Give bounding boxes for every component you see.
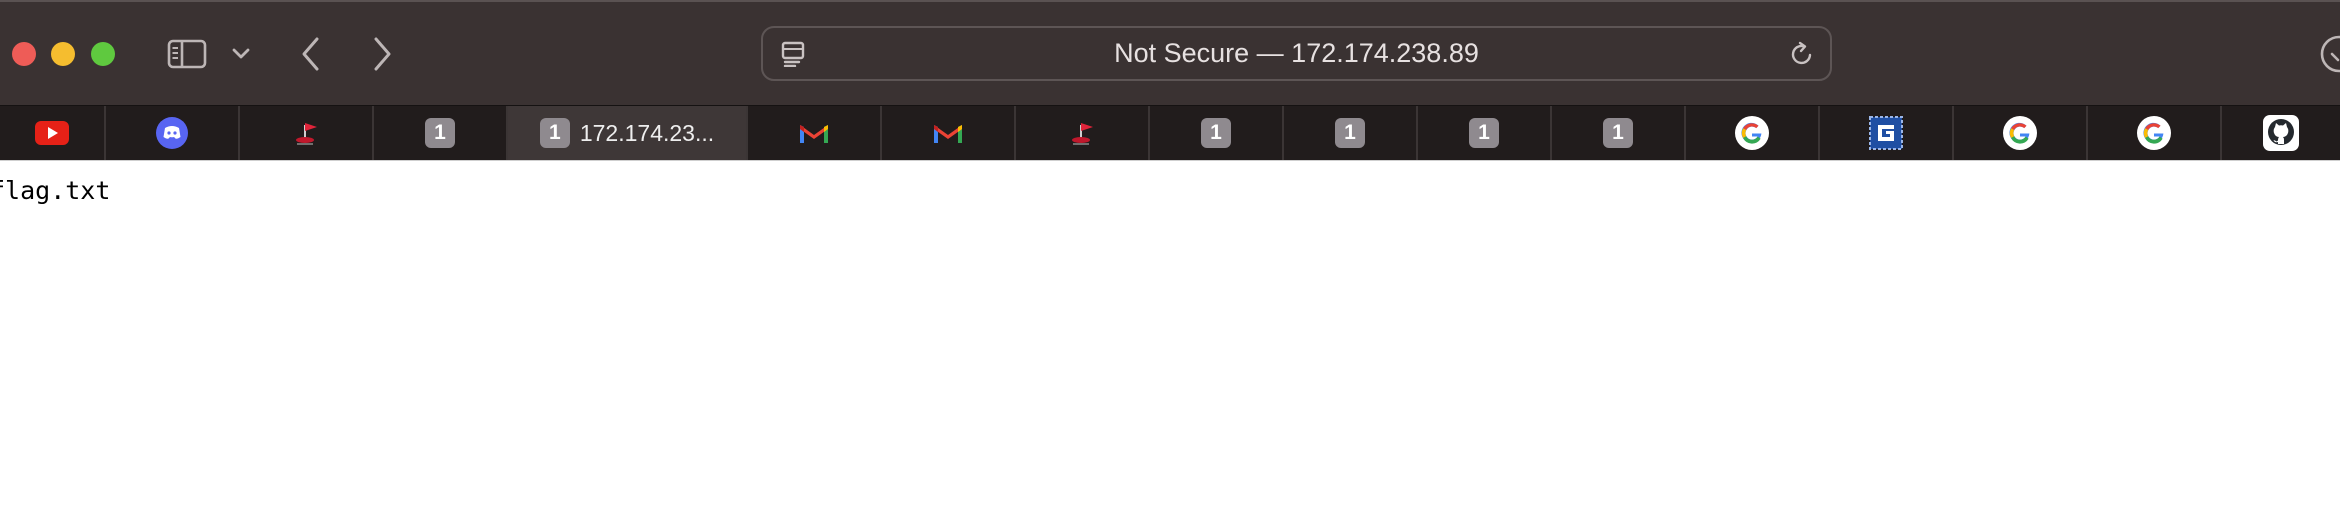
tab-blue-site[interactable] (1820, 106, 1954, 160)
red-flag-icon (1072, 123, 1093, 145)
gmail-icon (800, 125, 828, 143)
chevron-down-icon (232, 48, 250, 59)
gmail-icon (934, 125, 962, 143)
tab-group-dropdown-button[interactable] (226, 28, 256, 80)
github-icon (2263, 115, 2299, 151)
number-badge-icon: 1 (1201, 118, 1231, 148)
number-badge-icon: 1 (1335, 118, 1365, 148)
browser-toolbar: Not Secure — 172.174.238.89 (0, 0, 2340, 105)
tab-3[interactable]: 1 (1284, 106, 1418, 160)
forward-button[interactable] (364, 28, 400, 80)
tab-title: 172.174.23... (579, 119, 715, 146)
tab-bar: 1 1 172.174.23... 1 1 1 1 (0, 105, 2340, 161)
number-badge-icon: 1 (1603, 118, 1633, 148)
number-badge-icon: 1 (539, 118, 570, 148)
tab-google-2[interactable] (1954, 106, 2088, 160)
tab-google-1[interactable] (1686, 106, 1820, 160)
tab-active[interactable]: 1 172.174.23... (508, 106, 748, 160)
tab-gmail-2[interactable] (882, 106, 1016, 160)
tab-flag-site[interactable] (240, 106, 374, 160)
page-content: flag.txt (0, 161, 2340, 528)
address-bar[interactable]: Not Secure — 172.174.238.89 (761, 26, 1832, 81)
zoom-window-button[interactable] (91, 42, 115, 66)
red-flag-icon (296, 123, 317, 145)
google-icon (2137, 116, 2171, 150)
sidebar-toggle-button[interactable] (165, 28, 209, 80)
back-button[interactable] (293, 28, 329, 80)
youtube-icon (35, 121, 69, 145)
tab-2[interactable]: 1 (1150, 106, 1284, 160)
reload-icon[interactable] (1788, 40, 1816, 68)
google-icon (1735, 116, 1769, 150)
close-window-button[interactable] (12, 42, 36, 66)
sidebar-icon (167, 39, 207, 69)
file-link-flag[interactable]: flag.txt (0, 176, 110, 205)
tab-github[interactable] (2222, 106, 2340, 160)
tab-google-3[interactable] (2088, 106, 2222, 160)
tab-1[interactable]: 1 (374, 106, 508, 160)
number-badge-icon: 1 (425, 118, 455, 148)
blue-square-icon (1869, 116, 1903, 150)
chevron-left-icon (302, 37, 319, 71)
download-icon (2320, 35, 2340, 73)
tab-flag-site-2[interactable] (1016, 106, 1150, 160)
tab-discord[interactable] (106, 106, 240, 160)
tab-5[interactable]: 1 (1552, 106, 1686, 160)
google-icon (2003, 116, 2037, 150)
chevron-right-icon (374, 37, 391, 71)
number-badge-icon: 1 (1469, 118, 1499, 148)
address-text: Not Secure — 172.174.238.89 (1114, 38, 1479, 68)
downloads-button[interactable] (2318, 34, 2340, 79)
tab-4[interactable]: 1 (1418, 106, 1552, 160)
minimize-window-button[interactable] (51, 42, 75, 66)
tab-gmail-1[interactable] (748, 106, 882, 160)
tab-youtube[interactable] (0, 106, 106, 160)
discord-icon (156, 117, 188, 149)
